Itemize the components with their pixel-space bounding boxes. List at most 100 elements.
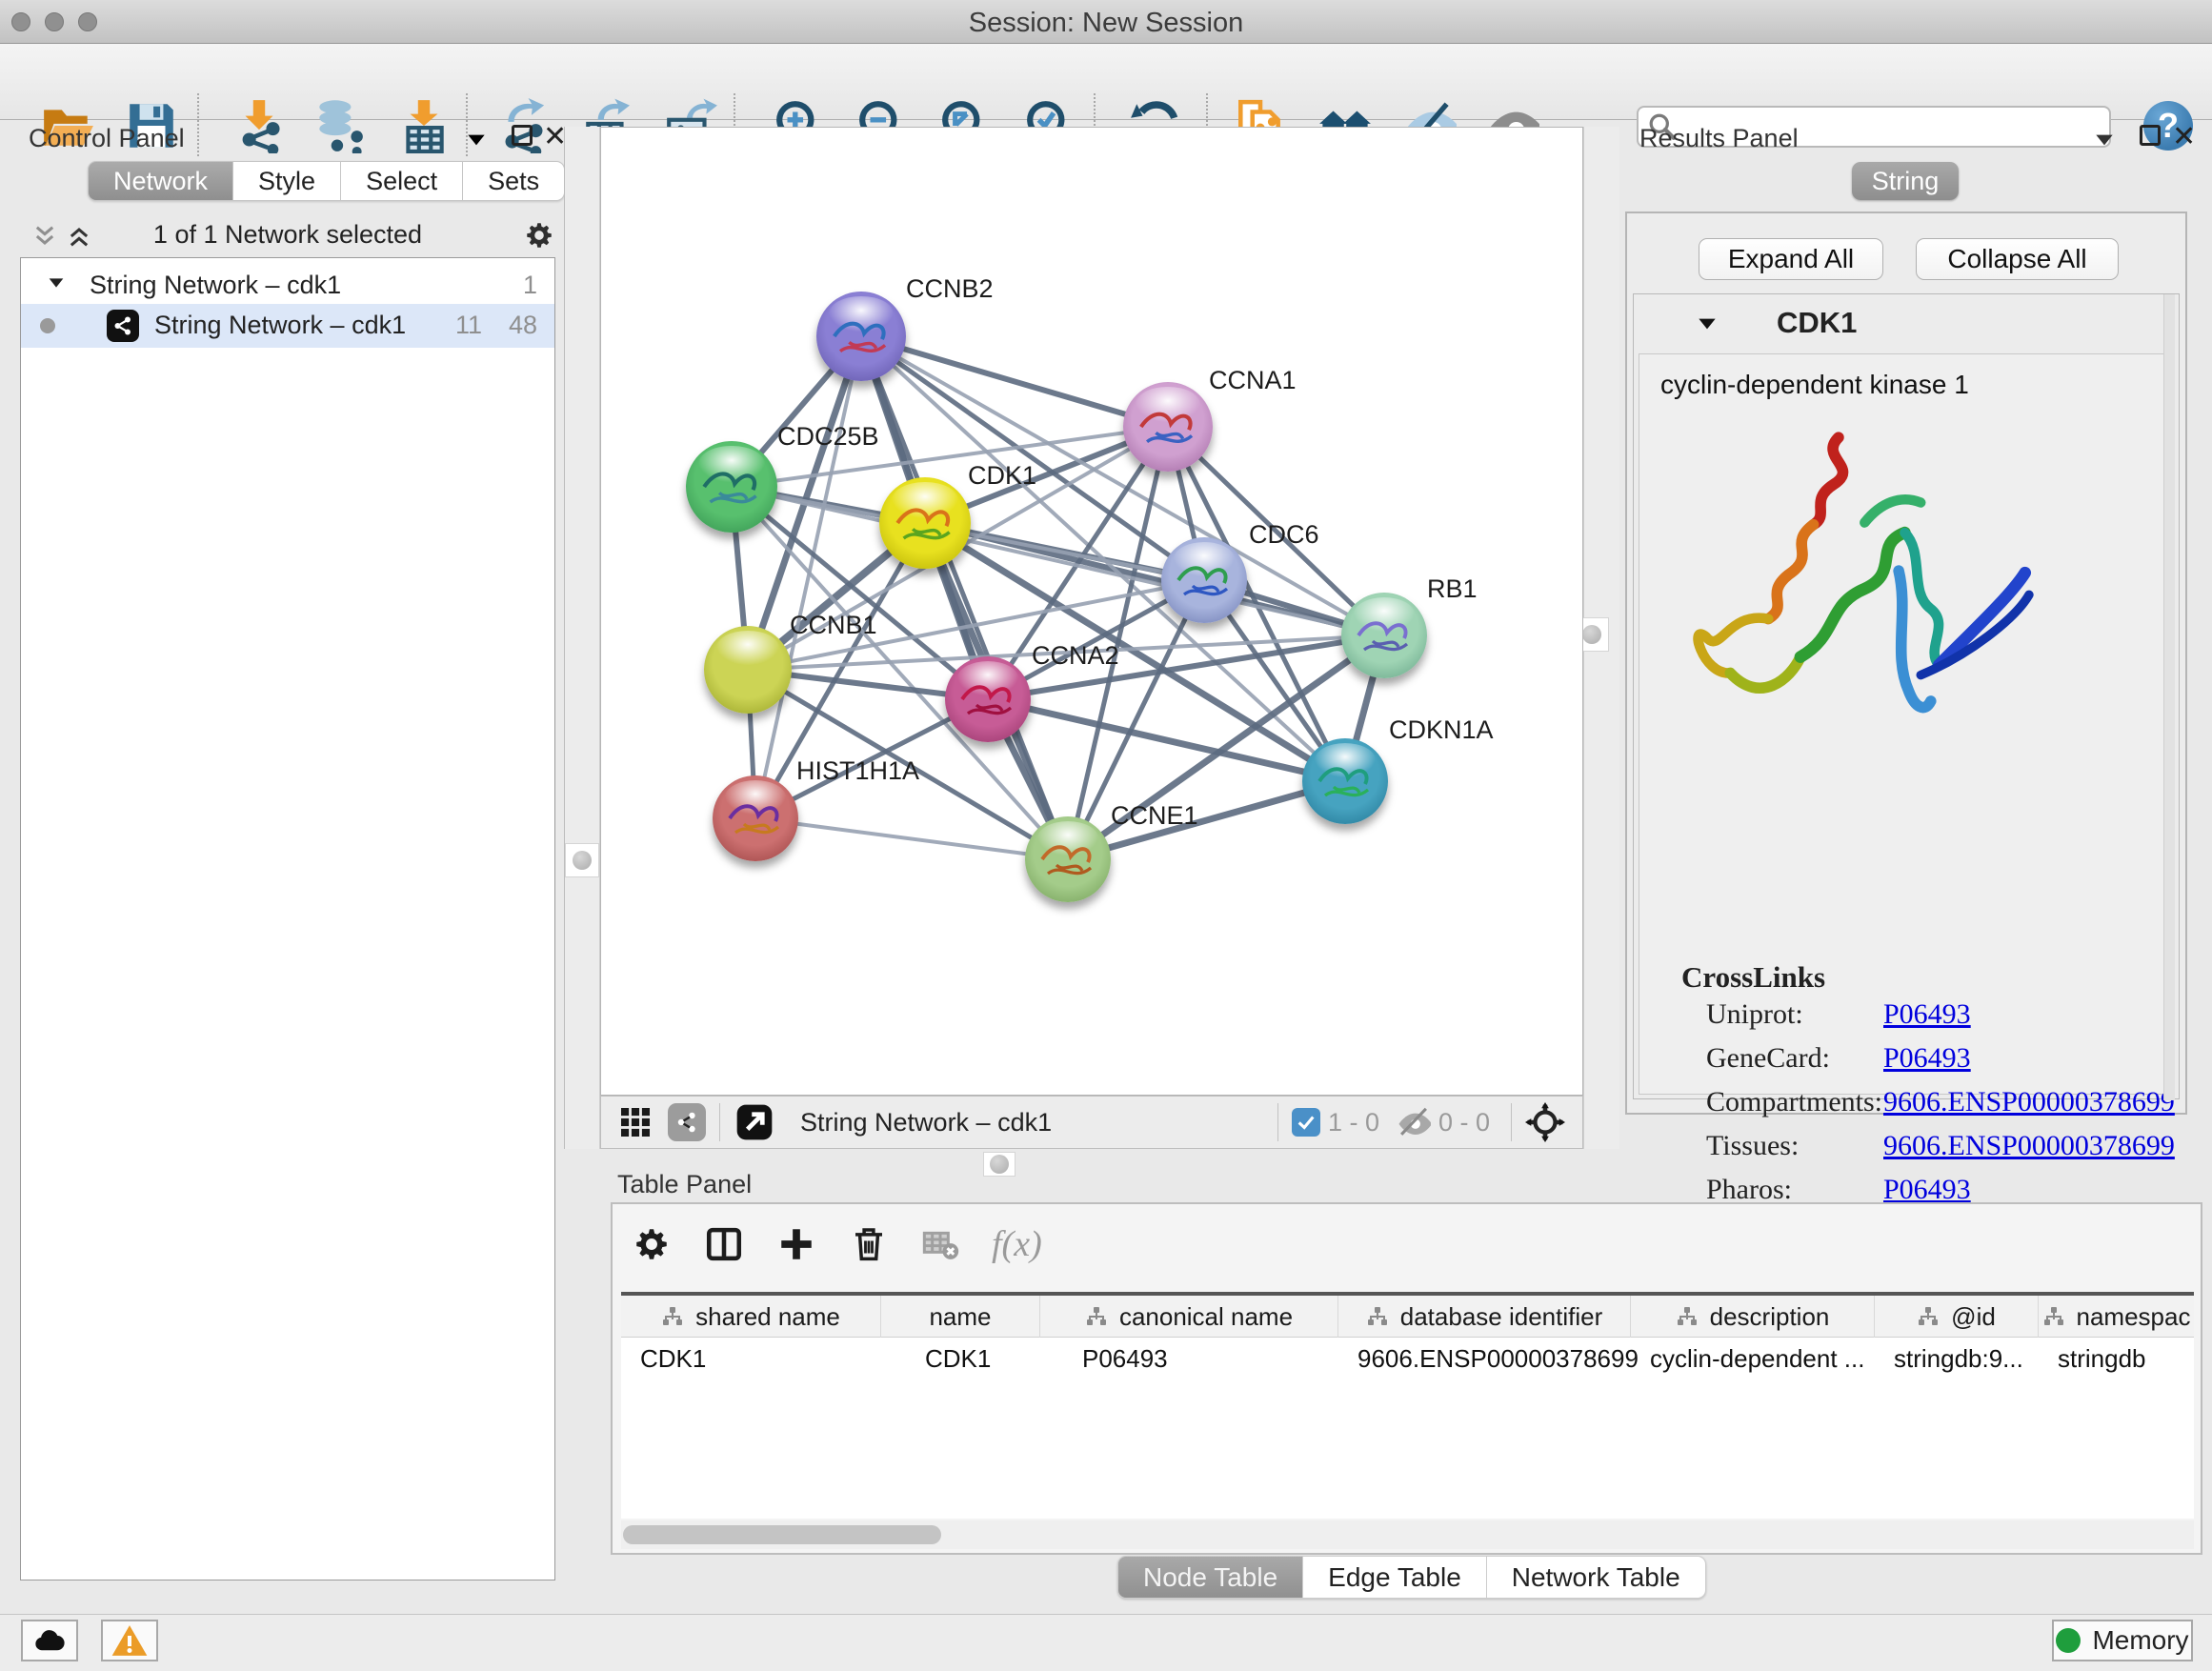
string-style-icon[interactable] [668, 1103, 706, 1141]
network-node-cdk1[interactable] [879, 477, 971, 569]
crosslink-label: Compartments: [1706, 1086, 1882, 1118]
import-database-icon[interactable] [312, 98, 367, 153]
tab-edge-table[interactable]: Edge Table [1303, 1556, 1487, 1599]
network-node-cdc6[interactable] [1161, 537, 1247, 623]
results-tab-string[interactable]: String [1852, 162, 1959, 200]
import-network-icon[interactable] [231, 98, 287, 153]
import-table-icon[interactable] [396, 98, 452, 153]
network-edge[interactable] [755, 818, 1068, 859]
protein-structure-image [1668, 421, 2049, 755]
network-edge[interactable] [861, 336, 1168, 427]
network-node-ccna1[interactable] [1123, 382, 1213, 472]
table-gear-icon[interactable] [632, 1224, 672, 1264]
left-split-divider[interactable] [564, 127, 600, 1149]
memory-label: Memory [2092, 1625, 2188, 1656]
network-node-hist1h1a[interactable] [713, 775, 798, 861]
gene-symbol: CDK1 [1777, 306, 1857, 340]
node-label-cdk1: CDK1 [968, 461, 1036, 491]
column-header-id[interactable]: @id [1875, 1296, 2039, 1338]
tree-icon [1917, 1305, 1940, 1328]
network-collection-row[interactable]: String Network – cdk1 1 [21, 264, 554, 304]
tab-network[interactable]: Network [88, 161, 233, 201]
table-horizontal-scrollbar[interactable] [621, 1520, 2194, 1549]
crosslink-link[interactable]: P06493 [1883, 1174, 1971, 1206]
crosslink-row: GeneCard: P06493 [1706, 1042, 2154, 1086]
control-panel-float-icon[interactable] [464, 128, 489, 152]
network-node-ccnb1[interactable] [704, 626, 792, 714]
cell-description[interactable]: cyclin-dependent ... [1631, 1338, 1875, 1379]
network-edge[interactable] [755, 336, 861, 818]
tab-style[interactable]: Style [233, 161, 341, 201]
control-panel-maximize-icon[interactable] [512, 125, 533, 146]
table-row[interactable]: CDK1 CDK1 P06493 9606.ENSP00000378699 cy… [621, 1338, 2194, 1379]
show-columns-icon[interactable] [704, 1224, 744, 1264]
column-header-description[interactable]: description [1631, 1296, 1875, 1338]
network-options-gear-icon[interactable] [523, 219, 555, 252]
open-in-window-icon[interactable] [734, 1101, 775, 1143]
scrollbar-thumb[interactable] [623, 1525, 941, 1544]
gene-caret-icon[interactable] [1695, 312, 1719, 336]
results-panel-maximize-icon[interactable] [2140, 125, 2161, 146]
bottom-split-grip[interactable] [983, 1152, 1016, 1177]
column-header-database-identifier[interactable]: database identifier [1338, 1296, 1631, 1338]
delete-column-icon[interactable] [849, 1224, 889, 1264]
hidden-eye-icon[interactable] [1397, 1105, 1431, 1139]
memory-button[interactable]: Memory [2052, 1620, 2193, 1661]
network-node-cdc25b[interactable] [686, 441, 777, 533]
collection-count: 1 [523, 271, 537, 300]
tab-network-table[interactable]: Network Table [1487, 1556, 1706, 1599]
results-panel-close-icon[interactable]: ✕ [2172, 120, 2196, 153]
node-label-ccnb1: CCNB1 [790, 611, 877, 640]
network-node-ccne1[interactable] [1025, 816, 1111, 902]
selected-checkbox-icon[interactable] [1292, 1108, 1320, 1137]
warnings-button[interactable] [101, 1620, 158, 1661]
network-status-dot [40, 318, 55, 333]
cell-namespace[interactable]: stringdb [2039, 1338, 2194, 1379]
column-header-name[interactable]: name [881, 1296, 1040, 1338]
cloud-icon [31, 1622, 68, 1659]
status-bar: Memory [0, 1614, 2212, 1671]
node-label-ccna2: CCNA2 [1032, 641, 1119, 671]
network-edge-count: 48 [509, 311, 537, 340]
column-header-namespace[interactable]: namespac [2039, 1296, 2194, 1338]
node-label-ccne1: CCNE1 [1111, 801, 1198, 831]
network-node-ccna2[interactable] [945, 656, 1031, 742]
cell-database-identifier[interactable]: 9606.ENSP00000378699 [1338, 1338, 1631, 1379]
crosslink-link[interactable]: 9606.ENSP00000378699 [1883, 1130, 2175, 1162]
results-scrollbar[interactable] [2163, 294, 2175, 1100]
fit-selected-crosshair-icon[interactable] [1525, 1102, 1565, 1142]
network-node-rb1[interactable] [1341, 593, 1427, 678]
add-column-icon[interactable] [776, 1224, 816, 1264]
selected-count: 1 - 0 [1328, 1108, 1379, 1137]
tab-select[interactable]: Select [341, 161, 463, 201]
node-label-cdc6: CDC6 [1249, 520, 1319, 550]
crosslink-link[interactable]: 9606.ENSP00000378699 [1883, 1086, 2175, 1118]
cell-name[interactable]: CDK1 [881, 1338, 1040, 1379]
collection-caret-icon[interactable] [46, 272, 67, 293]
cell-shared-name[interactable]: CDK1 [621, 1338, 881, 1379]
crosslink-label: GeneCard: [1706, 1042, 1830, 1075]
results-panel-float-icon[interactable] [2092, 128, 2117, 152]
cloud-button[interactable] [21, 1620, 78, 1661]
cell-canonical-name[interactable]: P06493 [1040, 1338, 1338, 1379]
gene-section-header[interactable]: CDK1 [1634, 294, 2179, 353]
crosslink-link[interactable]: P06493 [1883, 998, 1971, 1031]
tab-node-table[interactable]: Node Table [1117, 1556, 1303, 1599]
network-node-cdkn1a[interactable] [1302, 738, 1388, 824]
network-edge[interactable] [988, 699, 1345, 781]
column-header-shared-name[interactable]: shared name [621, 1296, 881, 1338]
tab-sets[interactable]: Sets [463, 161, 565, 201]
network-canvas[interactable]: CCNB2CCNA1CDC25BCDK1CDC6RB1CCNB1CCNA2CDK… [600, 127, 1583, 1096]
left-split-grip[interactable] [565, 843, 599, 877]
birdseye-grid-icon[interactable] [618, 1105, 653, 1139]
network-node-ccnb2[interactable] [816, 292, 906, 381]
crosslink-link[interactable]: P06493 [1883, 1042, 1971, 1075]
selection-count-text: 1 of 1 Network selected [20, 220, 555, 250]
column-header-canonical-name[interactable]: canonical name [1040, 1296, 1338, 1338]
cell-id[interactable]: stringdb:9... [1875, 1338, 2039, 1379]
expand-all-button[interactable]: Expand All [1699, 238, 1883, 280]
network-row-selected[interactable]: String Network – cdk1 11 48 [21, 304, 554, 348]
node-label-ccna1: CCNA1 [1209, 366, 1297, 395]
collapse-all-button[interactable]: Collapse All [1916, 238, 2119, 280]
tree-icon [2042, 1305, 2065, 1328]
